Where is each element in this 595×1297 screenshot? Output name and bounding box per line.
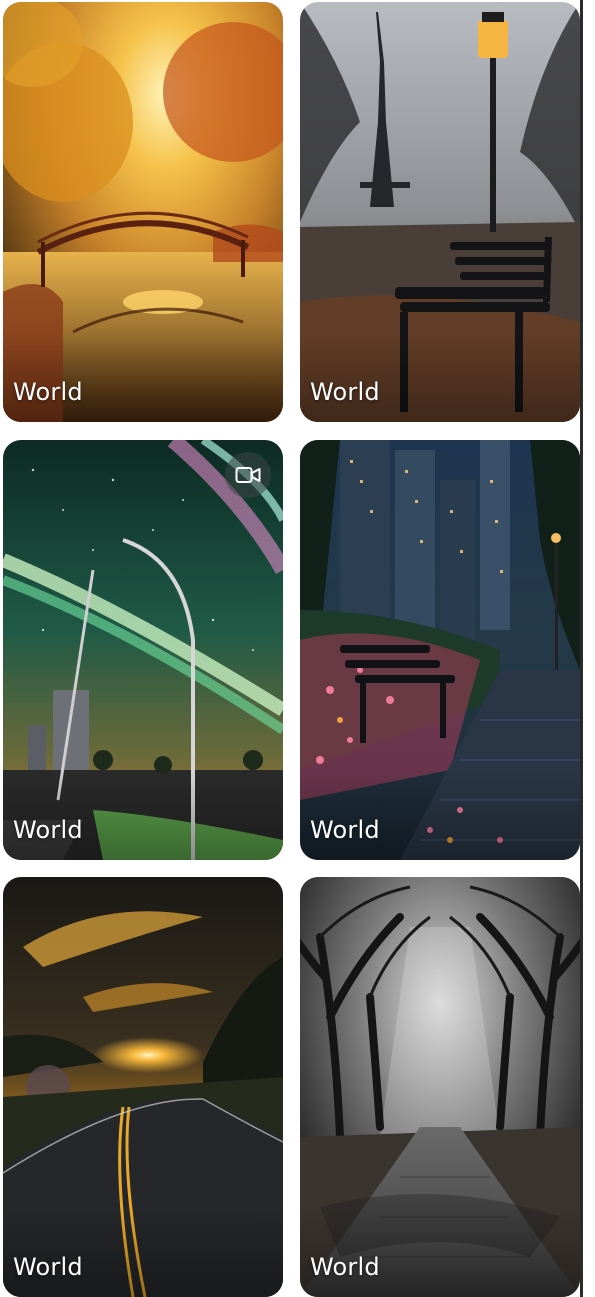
label-shade bbox=[300, 1207, 580, 1297]
scrollbar[interactable] bbox=[580, 0, 595, 1297]
card-label: World bbox=[13, 378, 83, 406]
label-shade bbox=[300, 770, 580, 860]
card-label: World bbox=[13, 816, 83, 844]
wallpaper-card-tree-path[interactable]: World bbox=[300, 877, 580, 1297]
card-label: World bbox=[310, 378, 380, 406]
wallpaper-card-city-flowers[interactable]: World bbox=[300, 440, 580, 860]
wallpaper-card-aurora-street[interactable]: World bbox=[3, 440, 283, 860]
card-label: World bbox=[310, 1253, 380, 1281]
wallpaper-card-sunset-road[interactable]: World bbox=[3, 877, 283, 1297]
label-shade bbox=[300, 332, 580, 422]
card-label: World bbox=[13, 1253, 83, 1281]
video-badge bbox=[225, 452, 271, 498]
wallpaper-grid: World World World World World World bbox=[0, 0, 580, 1297]
label-shade bbox=[3, 1207, 283, 1297]
wallpaper-card-autumn-bridge[interactable]: World bbox=[3, 2, 283, 422]
wallpaper-card-paris-bench[interactable]: World bbox=[300, 2, 580, 422]
scrollbar-thumb[interactable] bbox=[580, 0, 583, 1297]
video-camera-icon bbox=[235, 467, 261, 483]
label-shade bbox=[3, 770, 283, 860]
label-shade bbox=[3, 332, 283, 422]
card-label: World bbox=[310, 816, 380, 844]
